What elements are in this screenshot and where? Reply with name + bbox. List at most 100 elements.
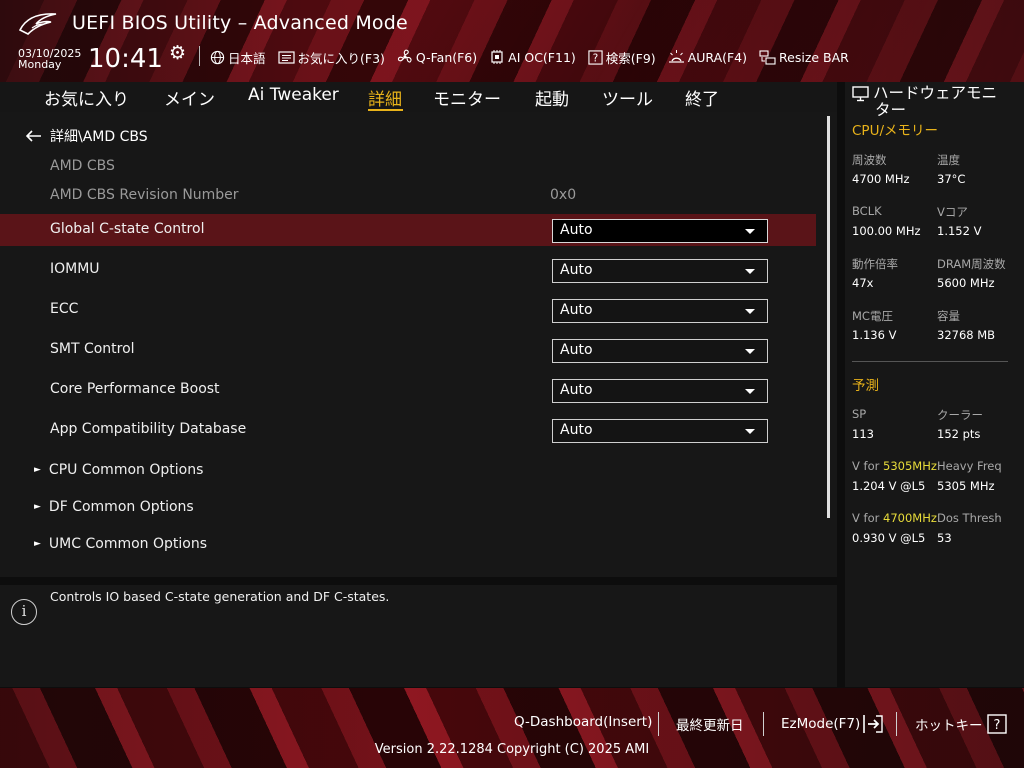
hotkeys-label: ホットキー	[915, 718, 983, 734]
resize-bar-label: Resize BAR	[779, 49, 849, 65]
vcore-value: 1.152 V	[937, 224, 982, 238]
mc-voltage-label: MC電圧	[852, 309, 893, 323]
capacity-label: 容量	[937, 309, 960, 323]
submenu-df-common[interactable]: ► DF Common Options	[34, 499, 194, 515]
chevron-down-icon	[745, 229, 755, 234]
submenu-umc-common[interactable]: ► UMC Common Options	[34, 536, 207, 552]
scrollbar[interactable]	[827, 116, 830, 518]
bclk-label: BCLK	[852, 204, 882, 218]
dropdown-value: Auto	[560, 222, 593, 238]
favorites-icon	[277, 51, 295, 64]
setting-label-global-cstate[interactable]: Global C-state Control	[50, 221, 204, 237]
svg-text:?: ?	[993, 718, 1000, 733]
vfor-dos-value: 0.930 V @L5	[852, 531, 926, 545]
sp-label: SP	[852, 407, 867, 421]
submenu-label: CPU Common Options	[48, 462, 204, 478]
tab-boot[interactable]: 起動	[535, 85, 569, 110]
chevron-right-icon: ►	[34, 465, 41, 475]
heavy-freq-value: 5305 MHz	[937, 479, 995, 493]
tab-ai-tweaker[interactable]: Ai Tweaker	[248, 85, 339, 105]
dos-thresh-value: 53	[937, 531, 952, 545]
search-help-icon: ?	[588, 49, 603, 65]
chevron-right-icon: ►	[34, 539, 41, 549]
qfan-label: Q-Fan(F6)	[415, 49, 478, 65]
vcore-label: Vコア	[937, 205, 968, 219]
sp-value: 113	[852, 427, 874, 441]
submenu-label: DF Common Options	[48, 499, 194, 515]
setting-label-iommu[interactable]: IOMMU	[50, 261, 100, 277]
hw-divider	[852, 361, 1008, 362]
dropdown-value: Auto	[560, 262, 593, 278]
footer-divider	[763, 712, 764, 736]
iommu-dropdown[interactable]: Auto	[552, 259, 768, 283]
setting-label-smt[interactable]: SMT Control	[50, 341, 135, 357]
dropdown-value: Auto	[560, 422, 593, 438]
favorites-label: お気に入り(F3)	[297, 50, 385, 66]
tab-exit[interactable]: 終了	[685, 85, 719, 110]
tab-favorites[interactable]: お気に入り	[44, 85, 129, 110]
date-display: 03/10/2025 Monday	[18, 48, 81, 70]
ezmode-button[interactable]: EzMode(F7)	[781, 714, 884, 734]
setting-label-cpb[interactable]: Core Performance Boost	[50, 381, 220, 397]
app-compat-dropdown[interactable]: Auto	[552, 419, 768, 443]
breadcrumb[interactable]: 詳細\AMD CBS	[26, 126, 148, 146]
setting-label-app-compat[interactable]: App Compatibility Database	[50, 421, 246, 437]
cpb-dropdown[interactable]: Auto	[552, 379, 768, 403]
vfor-prefix: V for	[852, 459, 883, 473]
active-tab-underline	[368, 109, 403, 111]
aura-icon	[668, 50, 684, 63]
search-button[interactable]: ? 検索(F9)	[588, 48, 656, 67]
ecc-dropdown[interactable]: Auto	[552, 299, 768, 323]
back-arrow-icon[interactable]	[26, 130, 42, 142]
weekday-text: Monday	[18, 58, 62, 71]
dropdown-value: Auto	[560, 302, 593, 318]
aura-button[interactable]: AURA(F4)	[668, 49, 747, 65]
dram-freq-value: 5600 MHz	[937, 276, 995, 290]
clock: 10:41	[88, 44, 163, 74]
revision-label: AMD CBS Revision Number	[50, 187, 239, 203]
search-label: 検索(F9)	[605, 50, 656, 66]
help-panel: i Controls IO based C-state generation a…	[0, 585, 837, 687]
last-modified-button[interactable]: 最終更新日	[676, 714, 744, 734]
app-title: UEFI BIOS Utility – Advanced Mode	[72, 12, 408, 34]
language-button[interactable]: 日本語	[210, 48, 266, 67]
tab-tool[interactable]: ツール	[602, 85, 653, 110]
vfor-freq: 4700MHz	[883, 511, 937, 525]
setting-label-ecc[interactable]: ECC	[50, 301, 78, 317]
tab-advanced[interactable]: 詳細	[368, 85, 402, 110]
favorites-button[interactable]: お気に入り(F3)	[277, 48, 385, 67]
resize-bar-icon	[759, 50, 776, 65]
cpu-memory-section-title: CPU/メモリー	[852, 123, 938, 139]
global-cstate-dropdown[interactable]: Auto	[552, 219, 768, 243]
monitor-icon	[852, 86, 869, 102]
hotkeys-button[interactable]: ホットキー ?	[915, 714, 1007, 734]
info-icon: i	[11, 599, 37, 625]
submenu-cpu-common[interactable]: ► CPU Common Options	[34, 462, 203, 478]
mc-voltage-value: 1.136 V	[852, 328, 897, 342]
dropdown-value: Auto	[560, 382, 593, 398]
cooler-value: 152 pts	[937, 427, 981, 441]
version-text: Version 2.22.1284 Copyright (C) 2025 AMI	[374, 742, 650, 757]
vfor-dos-label: V for 4700MHz	[852, 511, 937, 525]
exit-to-ezmode-icon	[863, 715, 883, 733]
vfor-heavy-label: V for 5305MHz	[852, 459, 937, 473]
resize-bar-button[interactable]: Resize BAR	[759, 49, 849, 65]
dram-freq-label: DRAM周波数	[937, 257, 1006, 271]
ai-oc-label: AI OC(F11)	[508, 49, 576, 65]
dos-thresh-label: Dos Thresh	[937, 511, 1002, 525]
submenu-label: UMC Common Options	[48, 536, 207, 552]
qfan-button[interactable]: Q-Fan(F6)	[397, 49, 477, 65]
main-nav: お気に入り メイン Ai Tweaker 詳細 モニター 起動 ツール 終了	[0, 82, 837, 112]
tab-main[interactable]: メイン	[164, 85, 215, 110]
temp-value: 37°C	[937, 172, 966, 186]
heavy-freq-label: Heavy Freq	[937, 459, 1002, 473]
globe-icon	[210, 50, 225, 64]
tab-monitor[interactable]: モニター	[433, 85, 501, 110]
toolbar-divider	[199, 46, 200, 66]
gear-icon[interactable]: ⚙	[169, 42, 186, 64]
smt-dropdown[interactable]: Auto	[552, 339, 768, 363]
ai-oc-button[interactable]: AI OC(F11)	[489, 49, 576, 65]
aura-label: AURA(F4)	[687, 49, 748, 65]
freq-label: 周波数	[852, 153, 887, 167]
q-dashboard-button[interactable]: Q-Dashboard(Insert)	[514, 714, 652, 730]
